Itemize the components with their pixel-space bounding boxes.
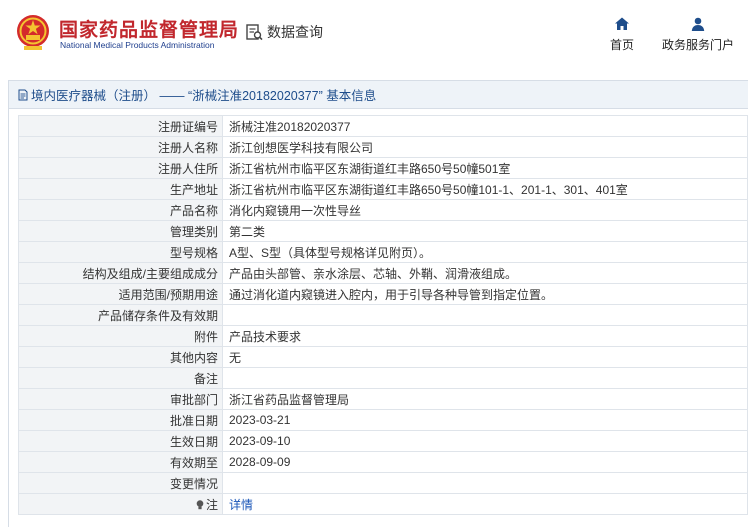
table-row: 适用范围/预期用途 通过消化道内窥镜进入腔内，用于引导各种导管到指定位置。 <box>18 283 748 305</box>
lightbulb-icon <box>196 499 204 509</box>
details-link[interactable]: 详情 <box>229 498 253 512</box>
table-row: 生效日期 2023-09-10 <box>18 430 748 452</box>
field-value: 产品技术要求 <box>222 325 748 347</box>
field-label: 产品名称 <box>18 199 223 221</box>
home-icon <box>615 17 629 30</box>
field-value: 通过消化道内窥镜进入腔内，用于引导各种导管到指定位置。 <box>222 283 748 305</box>
table-row: 有效期至 2028-09-09 <box>18 451 748 473</box>
note-row: 注 详情 <box>18 493 748 515</box>
field-value <box>222 472 748 494</box>
field-label: 注册人住所 <box>18 157 223 179</box>
note-label: 注 <box>205 497 218 512</box>
data-query-link[interactable]: 数据查询 <box>245 22 323 42</box>
search-document-icon <box>246 24 263 41</box>
field-label: 生效日期 <box>18 430 223 452</box>
field-value: 2028-09-09 <box>222 451 748 473</box>
field-value: 第二类 <box>222 220 748 242</box>
table-row: 产品储存条件及有效期 <box>18 304 748 326</box>
field-label: 审批部门 <box>18 388 223 410</box>
field-value <box>222 304 748 326</box>
field-value <box>222 367 748 389</box>
table-row: 结构及组成/主要组成成分 产品由头部管、亲水涂层、芯轴、外鞘、润滑液组成。 <box>18 262 748 284</box>
data-query-label: 数据查询 <box>267 24 323 40</box>
note-label-cell: 注 <box>18 493 223 515</box>
site-header: 国家药品监督管理局 National Medical Products Admi… <box>0 0 748 68</box>
table-row: 附件 产品技术要求 <box>18 325 748 347</box>
breadcrumb-text: 境内医疗器械（注册） —— “浙械注准20182020377” 基本信息 <box>31 89 377 103</box>
note-value-cell: 详情 <box>222 493 748 515</box>
field-value: 浙江省药品监督管理局 <box>222 388 748 410</box>
nav-gov-service-portal[interactable]: 政务服务门户 <box>660 16 736 53</box>
field-label: 型号规格 <box>18 241 223 263</box>
field-label: 产品储存条件及有效期 <box>18 304 223 326</box>
field-label: 适用范围/预期用途 <box>18 283 223 305</box>
table-row: 其他内容无 <box>18 346 748 368</box>
org-name-en: National Medical Products Administration <box>60 40 215 50</box>
field-value: 产品由头部管、亲水涂层、芯轴、外鞘、润滑液组成。 <box>222 262 748 284</box>
field-label: 其他内容 <box>18 346 223 368</box>
org-name-cn: 国家药品监督管理局 <box>59 20 240 41</box>
field-label: 备注 <box>18 367 223 389</box>
table-row: 型号规格 A型、S型（具体型号规格详见附页）。 <box>18 241 748 263</box>
table-row: 备注 <box>18 367 748 389</box>
nav-home[interactable]: 首页 <box>606 16 638 53</box>
field-label: 结构及组成/主要组成成分 <box>18 262 223 284</box>
panel-breadcrumb: 境内医疗器械（注册） —— “浙械注准20182020377” 基本信息 <box>9 81 748 109</box>
field-label: 生产地址 <box>18 178 223 200</box>
document-icon <box>18 89 28 100</box>
field-value: 浙江省杭州市临平区东湖街道红丰路650号50幢501室 <box>222 157 748 179</box>
field-label: 注册人名称 <box>18 136 223 158</box>
table-row: 变更情况 <box>18 472 748 494</box>
table-row: 生产地址 浙江省杭州市临平区东湖街道红丰路650号50幢101-1、201-1、3… <box>18 178 748 200</box>
field-value: 2023-03-21 <box>222 409 748 431</box>
table-row: 批准日期 2023-03-21 <box>18 409 748 431</box>
table-row: 审批部门 浙江省药品监督管理局 <box>18 388 748 410</box>
table-row: 产品名称 消化内窥镜用一次性导丝 <box>18 199 748 221</box>
field-value: 浙江创想医学科技有限公司 <box>222 136 748 158</box>
nav-gov-label: 政务服务门户 <box>661 38 734 52</box>
field-label: 批准日期 <box>18 409 223 431</box>
national-emblem-icon <box>17 15 49 50</box>
table-row: 注册人名称 浙江创想医学科技有限公司 <box>18 136 748 158</box>
field-label: 注册证编号 <box>18 115 223 137</box>
field-label: 附件 <box>18 325 223 347</box>
field-value: 浙江省杭州市临平区东湖街道红丰路650号50幢101-1、201-1、301、4… <box>222 178 748 200</box>
field-label: 有效期至 <box>18 451 223 473</box>
table-row: 注册人住所 浙江省杭州市临平区东湖街道红丰路650号50幢501室 <box>18 157 748 179</box>
user-icon <box>691 17 705 31</box>
registration-info-table: 注册证编号 浙械注准20182020377 注册人名称 浙江创想医学科技有限公司 注… <box>18 115 748 515</box>
field-value: 无 <box>222 346 748 368</box>
field-value: 浙械注准20182020377 <box>222 115 748 137</box>
table-row: 管理类别 第二类 <box>18 220 748 242</box>
field-label: 管理类别 <box>18 220 223 242</box>
nav-home-label: 首页 <box>609 38 634 52</box>
field-value: 2023-09-10 <box>222 430 748 452</box>
field-value: A型、S型（具体型号规格详见附页）。 <box>222 241 748 263</box>
field-label: 变更情况 <box>18 472 223 494</box>
field-value: 消化内窥镜用一次性导丝 <box>222 199 748 221</box>
table-row: 注册证编号 浙械注准20182020377 <box>18 115 748 137</box>
